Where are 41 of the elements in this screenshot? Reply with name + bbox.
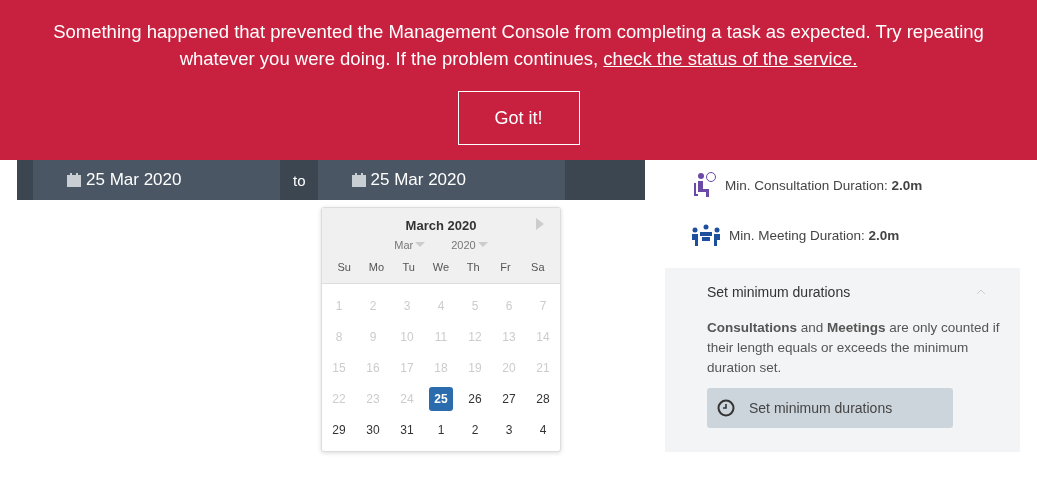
set-durations-button[interactable]: Set minimum durations (707, 388, 953, 428)
next-month-icon[interactable] (536, 218, 544, 230)
calendar-day[interactable]: 25 (429, 386, 453, 411)
calendar-title: March 2020 (405, 218, 477, 233)
duration-text: Min. Meeting Duration: 2.0m (729, 227, 900, 243)
caret-icon (477, 242, 488, 248)
weekday-label: We (432, 260, 450, 275)
calendar-day[interactable]: 28 (531, 386, 555, 411)
collapse-icon[interactable] (976, 289, 986, 295)
got-it-button[interactable]: Got it! (457, 91, 580, 145)
weekday-label: Mo (368, 260, 385, 275)
weekday-label: Sa (531, 260, 545, 275)
caret-icon (415, 242, 426, 248)
calendar-day[interactable]: 29 (327, 417, 351, 442)
duration-text: Min. Consultation Duration: 2.0m (725, 177, 923, 193)
calendar-day[interactable]: 31 (395, 417, 419, 442)
calendar-day[interactable]: 4 (531, 417, 555, 442)
range-separator: to (292, 170, 307, 191)
calendar-day[interactable]: 26 (463, 386, 487, 411)
meeting-group-icon (691, 223, 721, 247)
calendar-day[interactable]: 27 (497, 386, 521, 411)
clock-icon (717, 399, 735, 417)
calendar-icon (350, 172, 367, 188)
calendar-day[interactable]: 3 (497, 417, 521, 442)
start-date-field[interactable]: 25 Mar 2020 (33, 160, 280, 200)
calendar-day[interactable]: 2 (463, 417, 487, 442)
panel-description: Consultations and Meetings are only counted if their length equals or exceeds the minimum duration set. (707, 319, 1001, 377)
weekday-label: Fr (500, 260, 511, 275)
seated-person-icon (691, 171, 717, 199)
error-message: Something happened that prevented the Management Console from completing a task as expected. Try repeating whatever you were doing. If the problem continues, check the status of the service. (52, 20, 985, 71)
year-select[interactable]: 2020 (451, 239, 488, 251)
end-date-field[interactable]: 25 Mar 2020 (317, 160, 565, 200)
weekday-label: Su (337, 260, 351, 275)
calendar-day[interactable]: 1 (429, 417, 453, 442)
calendar-icon (66, 172, 82, 188)
panel-title: Set minimum durations (707, 284, 851, 300)
service-status-link[interactable]: check the status of the service. (603, 48, 858, 69)
month-select[interactable]: Mar (394, 239, 426, 251)
weekday-label: Th (466, 260, 480, 275)
calendar-day[interactable]: 30 (361, 417, 385, 442)
weekday-label: Tu (402, 260, 415, 275)
